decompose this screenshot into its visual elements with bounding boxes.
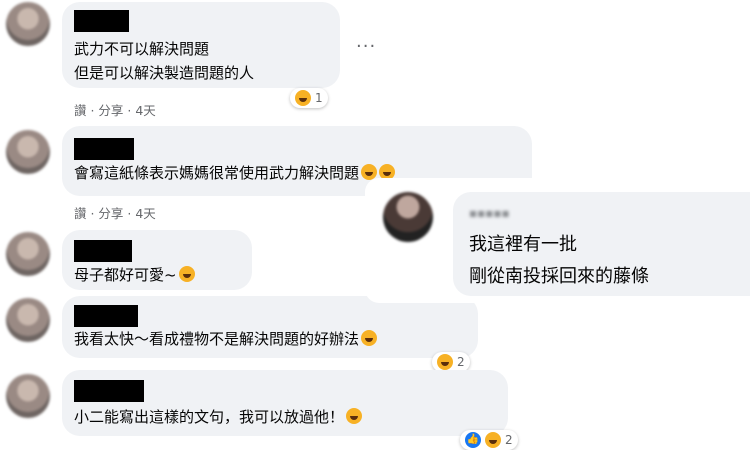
reaction-badge[interactable]: 👍 2 xyxy=(460,430,518,450)
comment-text-line: 小二能寫出這樣的文句，我可以放過他！ xyxy=(74,404,363,430)
reaction-count: 2 xyxy=(457,355,465,369)
laughing-emoji-icon xyxy=(346,408,363,424)
more-options-icon[interactable]: ··· xyxy=(356,36,376,57)
comment-text-line: 會寫這紙條表示媽媽很常使用武力解決問題 xyxy=(74,160,396,186)
comment-text-line: 武力不可以解決問題 xyxy=(74,40,210,58)
laughing-emoji-icon xyxy=(437,354,453,370)
redacted-commenter-name xyxy=(74,380,144,402)
comment-actions[interactable]: 讚 · 分享 · 4天 xyxy=(74,203,156,222)
avatar[interactable] xyxy=(6,130,50,174)
redacted-commenter-name xyxy=(74,305,138,327)
avatar[interactable] xyxy=(6,232,50,276)
comment-actions[interactable]: 讚 · 分享 · 4天 xyxy=(74,100,156,119)
laughing-emoji-icon xyxy=(295,90,311,106)
redacted-commenter-name xyxy=(74,138,134,160)
avatar[interactable] xyxy=(6,298,50,342)
comment-text-line: 剛從南投採回來的藤條 xyxy=(469,266,649,287)
laughing-emoji-icon xyxy=(485,432,501,448)
reaction-badge[interactable]: 1 xyxy=(290,88,328,108)
commenter-name[interactable]: ▪▪▪▪▪ xyxy=(469,206,510,220)
reaction-badge[interactable]: 2 xyxy=(432,352,470,372)
avatar[interactable] xyxy=(383,192,433,242)
like-icon: 👍 xyxy=(465,432,481,448)
comment-text-line: 我這裡有一批 xyxy=(469,234,577,255)
reaction-count: 2 xyxy=(505,433,513,447)
laughing-emoji-icon xyxy=(361,330,378,346)
reaction-count: 1 xyxy=(315,91,323,105)
comment-text-line: 我看太快～看成禮物不是解決問題的好辦法 xyxy=(74,326,378,352)
comment-text-line: 母子都好可愛~ xyxy=(74,262,195,288)
avatar[interactable] xyxy=(6,374,50,418)
laughing-emoji-icon xyxy=(178,266,195,282)
overlay-comment: ▪▪▪▪▪ 我這裡有一批 剛從南投採回來的藤條 xyxy=(365,178,750,303)
comment-text-line: 但是可以解決製造問題的人 xyxy=(74,64,255,82)
redacted-commenter-name xyxy=(74,10,129,32)
redacted-commenter-name xyxy=(74,240,132,262)
avatar[interactable] xyxy=(6,2,50,46)
